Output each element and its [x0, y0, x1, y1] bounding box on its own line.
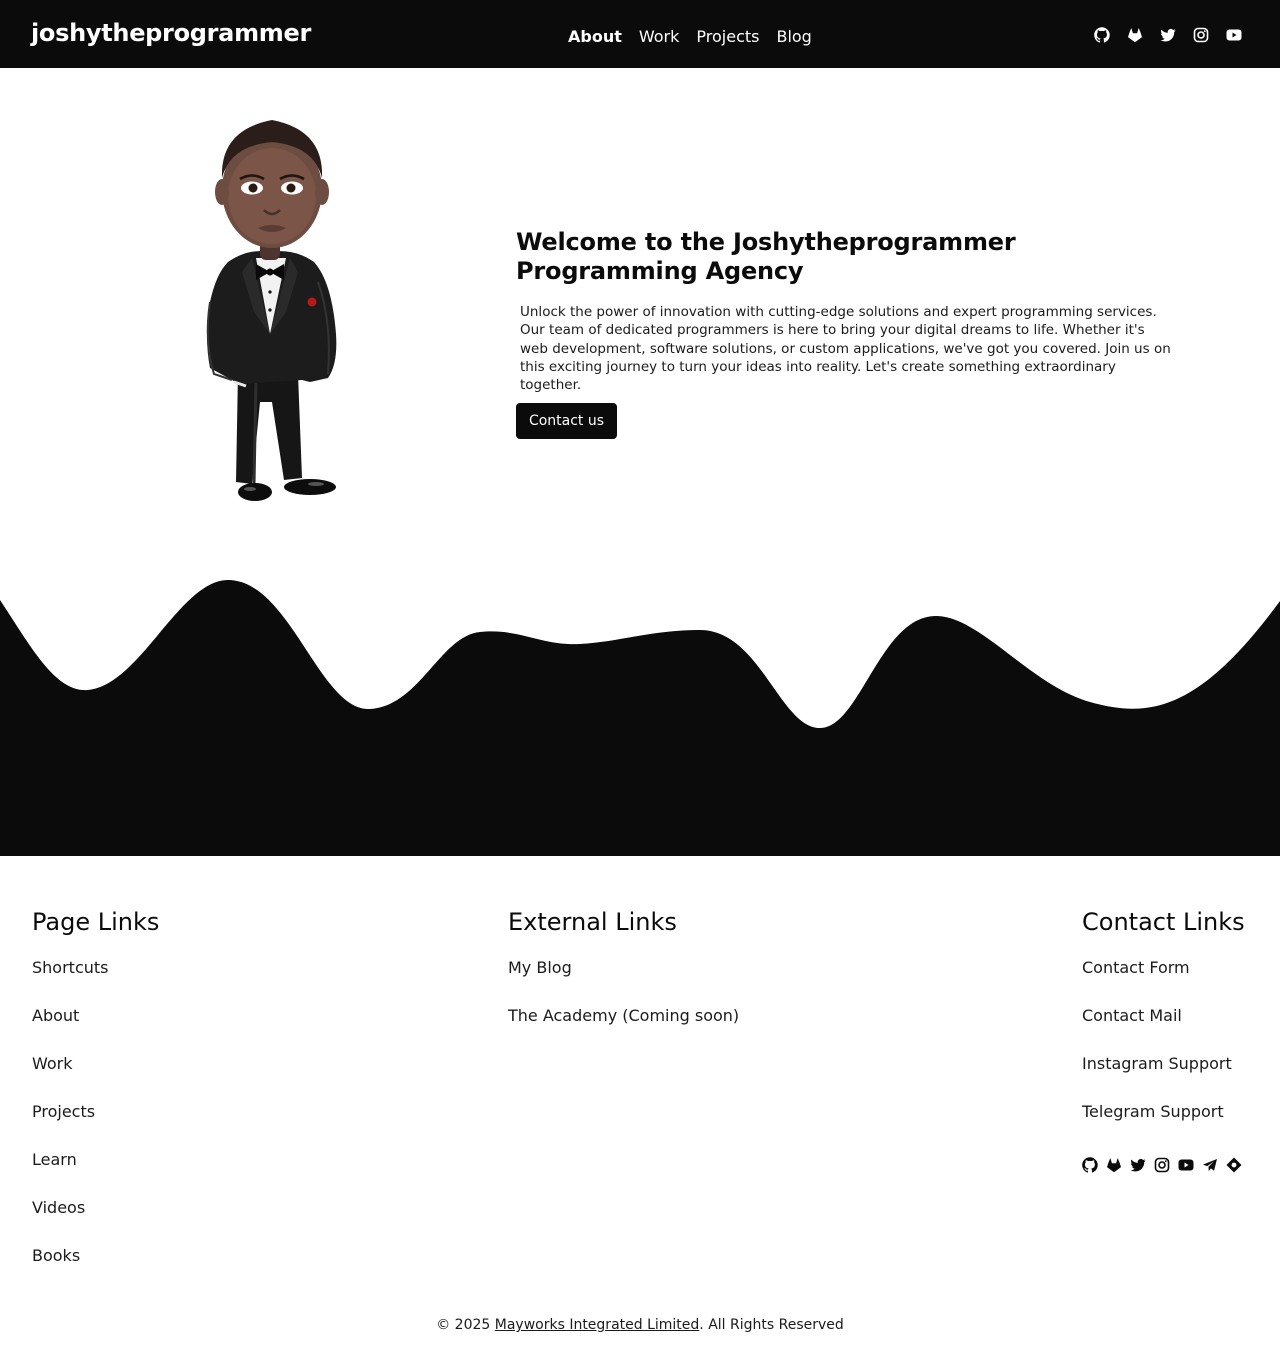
site-header: joshytheprogrammer About Work Projects B…: [0, 0, 1280, 68]
footer-link-work[interactable]: Work: [32, 1054, 73, 1073]
list-item: Telegram Support: [1082, 1103, 1245, 1151]
twitter-icon[interactable]: [1160, 27, 1176, 43]
list-item: Contact Form: [1082, 959, 1245, 1007]
wave-divider: [0, 580, 1280, 856]
footer-link-books[interactable]: Books: [32, 1246, 80, 1265]
footer-link-telegram-support[interactable]: Telegram Support: [1082, 1102, 1224, 1121]
brand-logo[interactable]: joshytheprogrammer: [31, 19, 311, 47]
copyright-prefix: © 2025: [436, 1317, 495, 1333]
contact-links-column: Contact Links Contact Form Contact Mail …: [1082, 906, 1245, 1151]
youtube-icon[interactable]: [1226, 27, 1242, 43]
nav-work[interactable]: Work: [639, 27, 680, 46]
instagram-icon[interactable]: [1154, 1157, 1170, 1173]
nav-about[interactable]: About: [568, 27, 622, 46]
list-item: Learn: [32, 1151, 159, 1199]
hero-section: Welcome to the Joshytheprogrammer Progra…: [516, 228, 1196, 440]
list-item: Work: [32, 1055, 159, 1103]
copyright-notice: © 2025 Mayworks Integrated Limited. All …: [0, 1317, 1280, 1333]
contact-us-button[interactable]: Contact us: [516, 403, 617, 440]
instagram-icon[interactable]: [1193, 27, 1209, 43]
hero-title: Welcome to the Joshytheprogrammer Progra…: [516, 228, 1016, 285]
footer-link-contact-mail[interactable]: Contact Mail: [1082, 1006, 1182, 1025]
github-icon[interactable]: [1082, 1157, 1098, 1173]
list-item: Contact Mail: [1082, 1007, 1245, 1055]
external-links-column: External Links My Blog The Academy (Comi…: [508, 906, 739, 1055]
twitter-icon[interactable]: [1130, 1157, 1146, 1173]
external-links-heading: External Links: [508, 908, 677, 936]
contact-links-heading: Contact Links: [1082, 908, 1245, 936]
telegram-icon[interactable]: [1202, 1157, 1218, 1173]
external-links-list: My Blog The Academy (Coming soon): [508, 959, 739, 1055]
gitlab-icon[interactable]: [1106, 1157, 1122, 1173]
contact-links-list: Contact Form Contact Mail Instagram Supp…: [1082, 959, 1245, 1151]
main-nav: About Work Projects Blog: [568, 27, 812, 46]
list-item: About: [32, 1007, 159, 1055]
footer-link-about[interactable]: About: [32, 1006, 79, 1025]
copyright-suffix: . All Rights Reserved: [699, 1317, 844, 1333]
list-item: The Academy (Coming soon): [508, 1007, 739, 1055]
footer-link-projects[interactable]: Projects: [32, 1102, 95, 1121]
header-social-links: [1094, 27, 1242, 43]
youtube-icon[interactable]: [1178, 1157, 1194, 1173]
list-item: My Blog: [508, 959, 739, 1007]
company-link[interactable]: Mayworks Integrated Limited: [495, 1317, 700, 1333]
list-item: Books: [32, 1247, 159, 1295]
hero-description: Unlock the power of innovation with cutt…: [520, 304, 1171, 394]
nav-blog[interactable]: Blog: [776, 27, 811, 46]
page-links-column: Page Links Shortcuts About Work Projects…: [32, 906, 159, 1295]
github-icon[interactable]: [1094, 27, 1110, 43]
page-links-list: Shortcuts About Work Projects Learn Vide…: [32, 959, 159, 1295]
nav-projects[interactable]: Projects: [696, 27, 759, 46]
gitlab-icon[interactable]: [1127, 27, 1143, 43]
footer-link-videos[interactable]: Videos: [32, 1198, 85, 1217]
footer-link-instagram-support[interactable]: Instagram Support: [1082, 1054, 1232, 1073]
footer-link-my-blog[interactable]: My Blog: [508, 958, 572, 977]
page-links-heading: Page Links: [32, 908, 160, 936]
footer-link-academy[interactable]: The Academy (Coming soon): [508, 1006, 739, 1025]
list-item: Instagram Support: [1082, 1055, 1245, 1103]
list-item: Videos: [32, 1199, 159, 1247]
footer-social-links: [1082, 1157, 1242, 1173]
list-item: Projects: [32, 1103, 159, 1151]
avatar-illustration: [198, 112, 346, 506]
footer-link-contact-form[interactable]: Contact Form: [1082, 958, 1190, 977]
hashnode-icon[interactable]: [1226, 1157, 1242, 1173]
list-item: Shortcuts: [32, 959, 159, 1007]
footer-link-learn[interactable]: Learn: [32, 1150, 77, 1169]
footer-link-shortcuts[interactable]: Shortcuts: [32, 958, 108, 977]
